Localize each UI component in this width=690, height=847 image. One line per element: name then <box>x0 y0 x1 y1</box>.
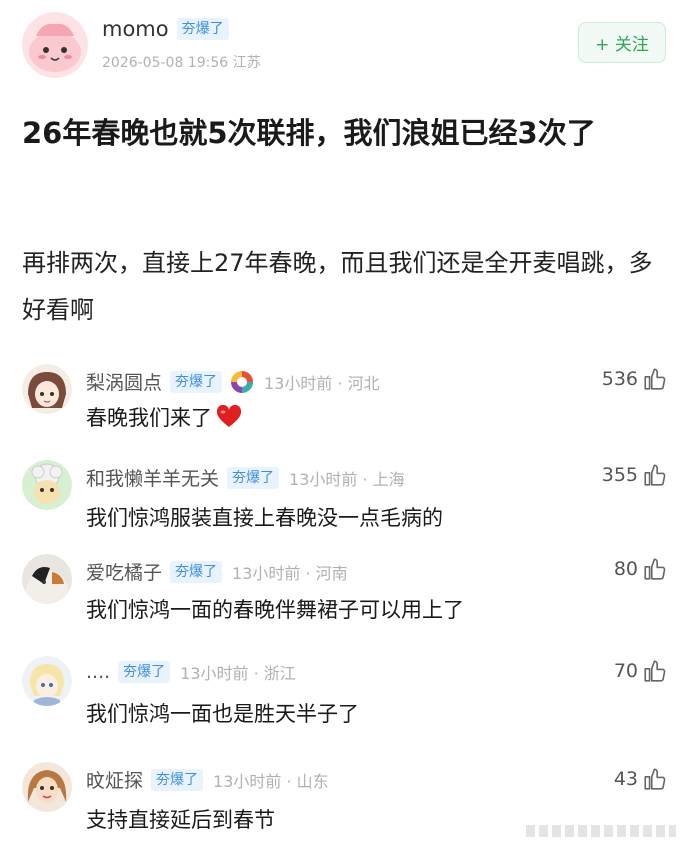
commenter-badge: 夯爆了 <box>118 661 171 683</box>
post-meta: 2026-05-08 19:56 江苏 <box>102 55 261 71</box>
commenter-avatar[interactable] <box>22 364 72 414</box>
comment-text-line: 春晚我们来了 <box>86 402 242 432</box>
thumbs-up-icon <box>644 368 666 390</box>
post-header: momo 夯爆了 2026-05-08 19:56 江苏 + 关注 <box>0 0 690 86</box>
commenter-avatar[interactable] <box>22 656 72 706</box>
post-title: 26年春晚也就5次联排，我们浪姐已经3次了 <box>22 116 596 150</box>
commenter-name[interactable]: 旼炡探 <box>86 766 143 793</box>
thumbs-up-icon <box>644 558 666 580</box>
comment-text: 我们惊鸿服装直接上春晚没一点毛病的 <box>86 506 443 530</box>
comment-text: 我们惊鸿一面也是胜天半子了 <box>86 702 359 726</box>
comment-text: 支持直接延后到春节 <box>86 808 275 832</box>
like-button[interactable]: 80 <box>614 556 668 582</box>
like-count: 43 <box>613 768 638 790</box>
like-count: 355 <box>601 464 638 486</box>
like-button[interactable]: 43 <box>614 766 668 792</box>
commenter-avatar[interactable] <box>22 554 72 604</box>
commenter-avatar[interactable] <box>22 762 72 812</box>
thumbs-up-icon <box>644 660 666 682</box>
like-count: 80 <box>613 558 638 580</box>
post-author-name[interactable]: momo <box>102 17 169 41</box>
follow-button[interactable]: + 关注 <box>578 22 666 63</box>
watermark <box>526 825 676 837</box>
like-button[interactable]: 70 <box>614 658 668 684</box>
comment-text: 春晚我们来了 <box>86 406 212 430</box>
post-author-line: momo 夯爆了 <box>102 17 229 41</box>
post-author-avatar[interactable] <box>22 12 88 78</box>
colorful-medal-icon <box>230 370 254 394</box>
commenter-badge: 夯爆了 <box>170 370 223 393</box>
commenter-badge: 夯爆了 <box>170 560 223 583</box>
thumbs-up-icon <box>644 768 666 790</box>
commenter-avatar[interactable] <box>22 460 72 510</box>
like-count: 536 <box>601 368 638 390</box>
comment-text: 我们惊鸿一面的春晚伴舞裙子可以用上了 <box>86 598 464 622</box>
comment-meta: 13小时前 · 河南 <box>232 563 348 583</box>
like-count: 70 <box>613 660 638 682</box>
comment-meta: 13小时前 · 山东 <box>213 771 329 791</box>
post-content: 再排两次，直接上27年春晚，而且我们还是全开麦唱跳，多好看啊 <box>22 249 653 324</box>
heart-emoji-icon <box>216 404 242 429</box>
commenter-name[interactable]: .... <box>86 661 110 683</box>
like-button[interactable]: 536 <box>602 366 668 392</box>
thumbs-up-icon <box>644 464 666 486</box>
comment-meta: 13小时前 · 浙江 <box>180 664 296 683</box>
comment-meta: 13小时前 · 上海 <box>289 469 405 489</box>
commenter-badge: 夯爆了 <box>227 466 280 489</box>
commenter-name[interactable]: 爱吃橘子 <box>86 558 162 585</box>
like-button[interactable]: 355 <box>602 462 668 488</box>
commenter-name[interactable]: 和我懒羊羊无关 <box>86 464 219 491</box>
author-badge: 夯爆了 <box>176 18 229 40</box>
commenter-name[interactable]: 梨涡圆点 <box>86 368 162 395</box>
comment-meta: 13小时前 · 河北 <box>264 373 380 393</box>
commenter-badge: 夯爆了 <box>151 768 204 791</box>
